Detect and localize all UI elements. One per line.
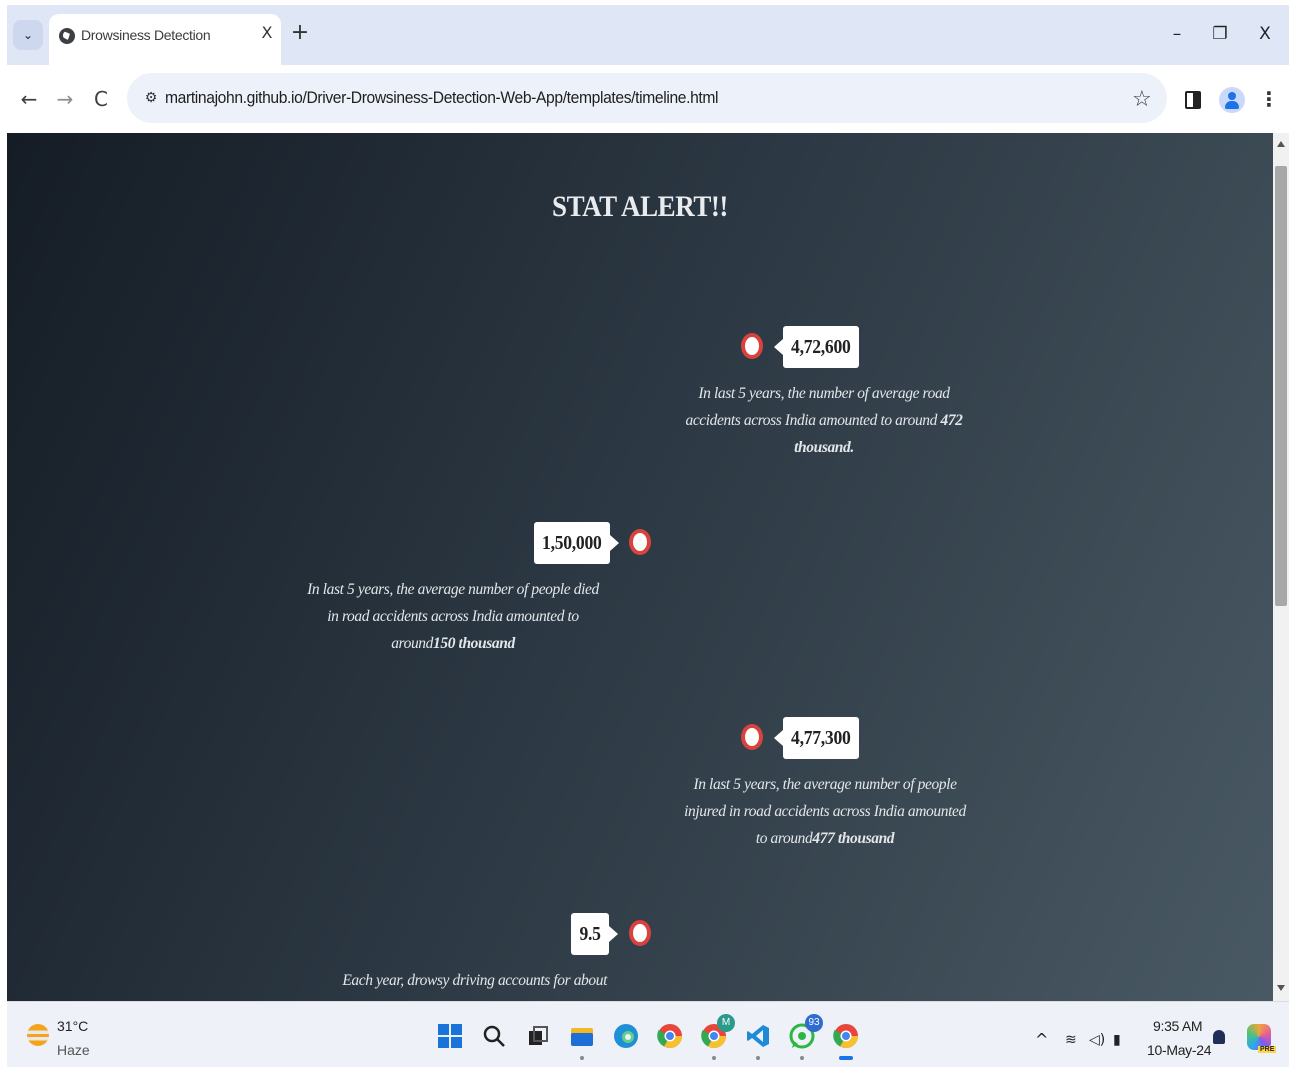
star-icon[interactable]: ☆ bbox=[1132, 87, 1152, 112]
reload-icon: C bbox=[94, 87, 108, 111]
address-bar[interactable]: ⚙ martinajohn.github.io/Driver-Drowsines… bbox=[127, 73, 1167, 123]
battery-icon[interactable]: ▮ bbox=[1113, 1032, 1121, 1048]
scroll-up-arrow-icon[interactable] bbox=[1277, 141, 1285, 147]
vscode-icon bbox=[747, 1025, 769, 1047]
chrome-active-button[interactable] bbox=[831, 1020, 861, 1060]
file-explorer-icon bbox=[571, 1028, 593, 1046]
stat-value: 9.5 bbox=[579, 923, 601, 945]
stat-value-box: 1,50,000 bbox=[534, 522, 619, 564]
stat-value-box: 4,77,300 bbox=[774, 717, 859, 759]
wifi-icon[interactable]: ≋ bbox=[1065, 1032, 1077, 1048]
stat-description-bold: 150 thousand bbox=[433, 635, 515, 652]
tab-bar: ⌄ Drowsiness Detection X + – ❐ X bbox=[7, 5, 1289, 65]
preview-badge: PRE bbox=[1258, 1046, 1277, 1053]
vertical-scrollbar[interactable] bbox=[1273, 133, 1289, 1001]
scroll-thumb[interactable] bbox=[1275, 166, 1287, 606]
stat-description-bold: 477 thousand bbox=[812, 830, 895, 847]
weather-temp: 31°C bbox=[57, 1018, 89, 1034]
profile-icon[interactable] bbox=[1219, 87, 1245, 113]
running-indicator bbox=[712, 1056, 716, 1060]
scroll-down-arrow-icon[interactable] bbox=[1277, 985, 1285, 991]
back-arrow-icon: ← bbox=[20, 87, 38, 111]
whatsapp-button[interactable]: 93 bbox=[787, 1014, 823, 1060]
side-panel-icon[interactable] bbox=[1185, 91, 1201, 109]
stat-description-text: Each year, drowsy driving accounts for a… bbox=[342, 972, 607, 1001]
stat-value: 1,50,000 bbox=[542, 532, 602, 554]
timeline-dot bbox=[741, 724, 763, 750]
browser-window: ⌄ Drowsiness Detection X + – ❐ X ← → C ⚙… bbox=[7, 5, 1289, 1067]
minimize-button[interactable]: – bbox=[1157, 19, 1197, 49]
windows-start-button[interactable] bbox=[435, 1020, 465, 1052]
stat-description-text: In last 5 years, the number of average r… bbox=[685, 385, 950, 429]
active-indicator bbox=[839, 1056, 853, 1060]
weather-condition: Haze bbox=[57, 1042, 90, 1058]
globe-icon bbox=[59, 28, 75, 44]
stat-description: In last 5 years, the average number of p… bbox=[677, 771, 973, 852]
forward-arrow-icon: → bbox=[56, 87, 74, 111]
timeline-dot bbox=[741, 333, 763, 359]
volume-icon[interactable]: ◁) bbox=[1089, 1032, 1105, 1048]
kebab-menu-icon[interactable]: ⋮ bbox=[1259, 87, 1279, 111]
windows-start-icon bbox=[438, 1024, 462, 1048]
stat-description: In last 5 years, the average number of p… bbox=[303, 576, 603, 657]
chevron-down-icon: ⌄ bbox=[22, 28, 34, 42]
tab-close-button[interactable]: X bbox=[257, 23, 277, 43]
edge-icon bbox=[614, 1024, 638, 1048]
chrome-button[interactable] bbox=[655, 1020, 685, 1052]
restore-button[interactable]: ❐ bbox=[1200, 19, 1240, 49]
stat-description: In last 5 years, the number of average r… bbox=[679, 380, 969, 461]
close-window-button[interactable]: X bbox=[1245, 19, 1285, 49]
chrome-active-icon bbox=[833, 1024, 858, 1049]
chrome-profile-button[interactable]: M bbox=[699, 1014, 735, 1060]
clock-date[interactable]: 10-May-24 bbox=[1147, 1042, 1212, 1058]
stat-value-box: 4,72,600 bbox=[774, 326, 859, 368]
tab-search-button[interactable]: ⌄ bbox=[13, 20, 43, 50]
timeline-dot bbox=[629, 920, 651, 946]
chrome-icon bbox=[657, 1024, 682, 1049]
bell-icon[interactable] bbox=[1213, 1030, 1225, 1044]
stat-value: 4,72,600 bbox=[791, 336, 851, 358]
search-icon bbox=[483, 1025, 505, 1047]
tab-drowsiness-detection[interactable]: Drowsiness Detection X bbox=[49, 14, 281, 65]
task-view-button[interactable] bbox=[523, 1020, 553, 1052]
browser-toolbar: ← → C ⚙ martinajohn.github.io/Driver-Dro… bbox=[7, 65, 1289, 133]
page-viewport: STAT ALERT!! 4,72,600 In last 5 years, t… bbox=[7, 133, 1289, 1001]
notification-badge: 93 bbox=[805, 1014, 823, 1032]
profile-badge: M bbox=[717, 1014, 735, 1032]
task-view-icon bbox=[529, 1026, 548, 1045]
stat-value: 4,77,300 bbox=[791, 727, 851, 749]
url-text[interactable]: martinajohn.github.io/Driver-Drowsiness-… bbox=[165, 88, 719, 108]
running-indicator bbox=[580, 1056, 584, 1060]
stat-value-box: 9.5 bbox=[571, 913, 618, 955]
stat-description: Each year, drowsy driving accounts for a… bbox=[307, 967, 607, 1001]
clock-time[interactable]: 9:35 AM bbox=[1153, 1018, 1203, 1034]
running-indicator bbox=[756, 1056, 760, 1060]
page-title: STAT ALERT!! bbox=[552, 190, 728, 223]
vscode-button[interactable] bbox=[743, 1020, 773, 1060]
tab-title: Drowsiness Detection bbox=[81, 27, 211, 43]
new-tab-button[interactable]: + bbox=[287, 21, 313, 47]
taskbar: 31°C Haze M 93 ^ ≋ ◁) ▮ 9:35 AM 10-May-2… bbox=[7, 1001, 1289, 1067]
back-button[interactable]: ← bbox=[15, 85, 43, 113]
tray-overflow-chevron-icon[interactable]: ^ bbox=[1035, 1030, 1048, 1049]
site-settings-icon[interactable]: ⚙ bbox=[139, 86, 163, 110]
forward-button[interactable]: → bbox=[51, 85, 79, 113]
reload-button[interactable]: C bbox=[87, 85, 115, 113]
edge-button[interactable] bbox=[611, 1020, 641, 1052]
file-explorer-button[interactable] bbox=[567, 1020, 597, 1060]
weather-haze-icon bbox=[27, 1024, 49, 1046]
running-indicator bbox=[800, 1056, 804, 1060]
taskbar-search-button[interactable] bbox=[479, 1020, 509, 1052]
timeline-dot bbox=[629, 529, 651, 555]
